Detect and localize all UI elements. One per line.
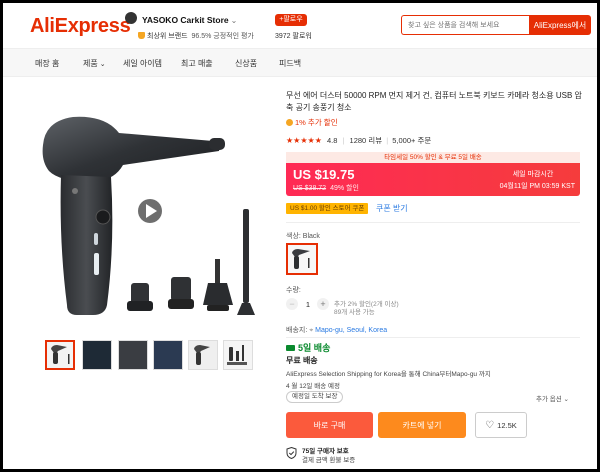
trophy-icon	[138, 32, 145, 39]
review-count: 1280 리뷰	[349, 136, 383, 145]
location-pin-icon: ⌖	[309, 327, 314, 334]
get-coupon-link[interactable]: 쿠폰 받기	[376, 203, 408, 214]
page-frame: AliExpress YASOKO Carkit Store ⌄ 최상위 브랜드 …	[3, 3, 597, 469]
follow-button[interactable]: +팔로우	[275, 14, 307, 26]
wishlist-count: 12.5K	[497, 420, 517, 430]
badge-icon	[286, 119, 293, 126]
more-options-link[interactable]: 추가 옵션 ⌄	[536, 393, 569, 403]
color-option-black[interactable]	[286, 243, 318, 275]
free-shipping: 무료 배송	[286, 356, 318, 365]
color-label: 색상: Black	[286, 233, 320, 240]
extra-discount-label: 1% 추가 할인	[295, 118, 338, 127]
promo-banner: 타임세일 50% 할인 & 무료 5일 배송	[286, 152, 580, 163]
quantity-available: 89개 사용 가능	[334, 309, 375, 316]
store-name-link[interactable]: YASOKO Carkit Store ⌄	[142, 15, 237, 25]
store-logo-icon[interactable]	[125, 12, 137, 24]
arrival-guarantee-chip[interactable]: 예정일 도착 보장	[286, 391, 344, 403]
wishlist-button[interactable]: ♡ 12.5K	[475, 412, 527, 438]
heart-icon: ♡	[485, 419, 495, 431]
divider	[286, 337, 580, 338]
product-main-image[interactable]	[23, 93, 268, 333]
add-to-cart-button[interactable]: 카트에 넣기	[378, 412, 466, 438]
current-price: US $19.75	[293, 167, 355, 182]
thumbnail-4[interactable]	[153, 340, 183, 370]
thumbnail-2[interactable]	[82, 340, 112, 370]
store-name: YASOKO Carkit Store	[142, 15, 229, 25]
divider	[286, 222, 580, 223]
original-price: US $38.72	[293, 185, 327, 192]
nav-item-sale[interactable]: 세일 아이템	[123, 58, 162, 69]
order-count: 5,000+ 주문	[392, 136, 432, 145]
original-price-row: US $38.72 49% 할인	[293, 183, 359, 193]
shield-check-icon	[286, 447, 297, 459]
quantity-increase-button[interactable]: +	[317, 298, 329, 310]
fast-delivery-label: 5일 배송	[298, 343, 331, 353]
ship-to-label: 배송지:	[286, 327, 308, 334]
nav-item-products-label: 제품	[83, 59, 98, 68]
blower-icon	[51, 345, 70, 364]
search-button[interactable]: AliExpress에서	[529, 15, 591, 35]
blower-icon	[194, 345, 210, 365]
rating-row[interactable]: ★★★★★ 4.8 | 1280 리뷰 | 5,000+ 주문	[286, 135, 431, 146]
blower-icon	[292, 249, 310, 269]
quantity-label: 수량:	[286, 287, 301, 294]
search-input[interactable]	[401, 15, 529, 35]
rating-value: 4.8	[326, 136, 338, 145]
quantity-value[interactable]: 1	[301, 300, 315, 309]
product-title: 무선 에어 더스터 50000 RPM 먼지 제거 건, 컴퓨터 노트북 키보드…	[286, 91, 582, 112]
nav-item-best-sellers[interactable]: 최고 매출	[181, 58, 213, 69]
nav-item-store-home[interactable]: 매장 홈	[35, 58, 59, 69]
quantity-decrease-button[interactable]: −	[286, 298, 298, 310]
truck-icon	[286, 345, 295, 351]
fast-delivery: 5일 배송	[286, 341, 330, 354]
thumbnail-3[interactable]	[118, 340, 148, 370]
chevron-down-icon: ⌄	[99, 61, 106, 68]
shipping-date: 4 월 12일 배송 예정	[286, 383, 340, 390]
store-badge: 최상위 브랜드	[147, 33, 188, 40]
sale-end-label: 세일 마감시간	[512, 171, 554, 178]
extra-discount: 1% 추가 할인	[286, 117, 338, 128]
thumbnail-6[interactable]	[223, 340, 253, 370]
star-rating-icon: ★★★★★	[286, 136, 322, 145]
buyer-protection-subtitle: 결제 금액 환불 보증	[302, 457, 356, 464]
thumbnail-1[interactable]	[45, 340, 75, 370]
store-nav: 매장 홈 제품 ⌄ 세일 아이템 최고 매출 신상품 피드백	[3, 49, 597, 77]
store-meta: 최상위 브랜드 96.5% 긍정적인 평가	[138, 31, 254, 41]
buy-now-button[interactable]: 바로 구매	[286, 412, 373, 438]
nav-item-feedback[interactable]: 피드백	[279, 58, 301, 69]
nav-item-products[interactable]: 제품 ⌄	[83, 58, 106, 69]
nozzle-set-icon	[227, 345, 247, 365]
thumbnail-5[interactable]	[188, 340, 218, 370]
price-box: US $19.75 US $38.72 49% 할인 세일 마감시간 04월11일…	[286, 163, 580, 196]
shipping-description: AliExpress Selection Shipping for Korea을…	[286, 371, 491, 378]
store-rating: 96.5% 긍정적인 평가	[191, 33, 254, 40]
follower-count: 3972 팔로워	[275, 33, 312, 40]
aliexpress-logo[interactable]: AliExpress	[30, 15, 131, 38]
store-header: AliExpress YASOKO Carkit Store ⌄ 최상위 브랜드 …	[3, 3, 597, 49]
ship-to-row[interactable]: 배송지: ⌖ Mapo-gu, Seoul, Korea	[286, 325, 387, 335]
discount-percent: 49% 할인	[330, 185, 359, 192]
nav-item-new-arrivals[interactable]: 신상품	[235, 58, 257, 69]
sale-end-time: 04월11일 PM 03:59 KST	[499, 183, 575, 190]
ship-to-location: Mapo-gu, Seoul, Korea	[315, 327, 388, 334]
chevron-down-icon: ⌄	[230, 16, 238, 25]
store-coupon-tag: US $1.00 할인 스토어 쿠폰	[286, 203, 369, 214]
